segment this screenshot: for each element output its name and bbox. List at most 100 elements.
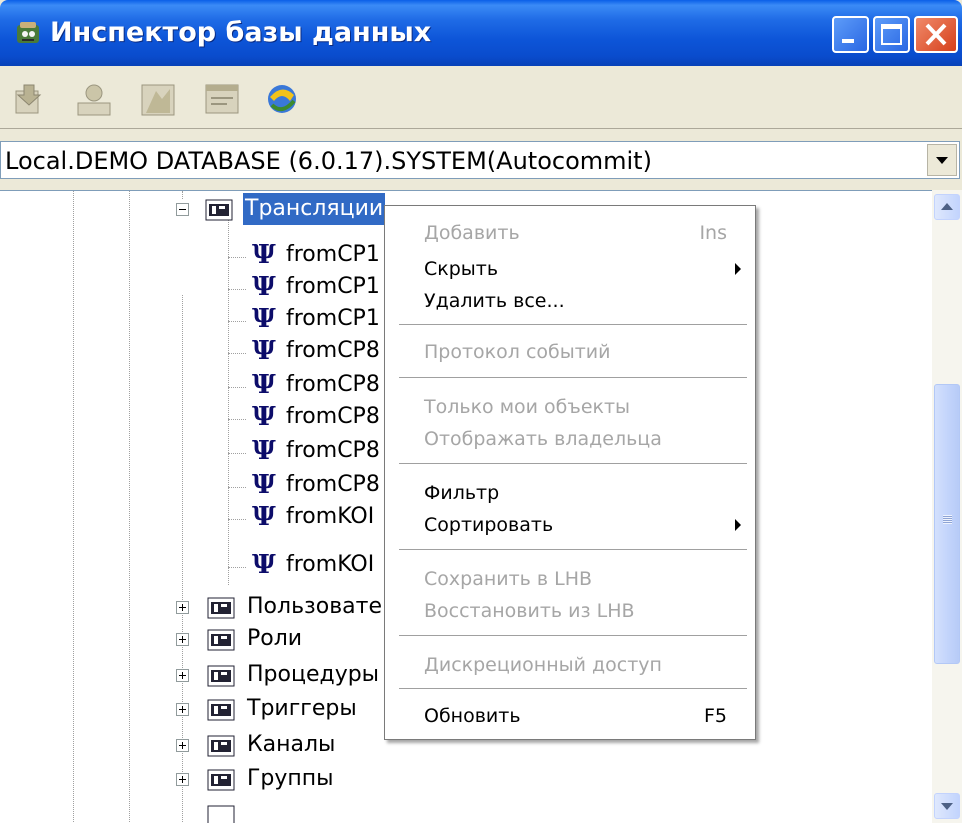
menu-item-my-objects[interactable]: Только мои объекты	[385, 392, 755, 422]
connection-select[interactable]: Local.DEMO DATABASE (6.0.17).SYSTEM(Auto…	[0, 141, 960, 179]
menu-item-discretionary-access[interactable]: Дискреционный доступ	[385, 650, 755, 680]
menu-separator	[399, 635, 747, 636]
expand-icon[interactable]	[176, 703, 189, 716]
expand-icon[interactable]	[176, 601, 189, 614]
menu-item-label: Сортировать	[424, 514, 554, 536]
menu-item-refresh[interactable]: Обновить F5	[385, 701, 755, 731]
tree-line	[73, 191, 74, 823]
folder-icon	[207, 805, 235, 823]
context-menu: Добавить Ins Скрыть Удалить все... Прото…	[384, 205, 756, 740]
tree-line	[228, 289, 246, 290]
menu-item-delete-all[interactable]: Удалить все...	[385, 286, 755, 316]
tree-scrollbar[interactable]	[932, 190, 962, 823]
object-rights-button[interactable]	[138, 79, 178, 119]
tree-line	[228, 567, 246, 568]
menu-item-label: Удалить все...	[424, 290, 565, 312]
menu-item-label: Протокол событий	[424, 341, 611, 363]
title-bar[interactable]: Инспектор базы данных	[0, 0, 962, 66]
tree-line	[228, 257, 246, 258]
tree-node-label: fromCP8	[286, 438, 380, 463]
scroll-thumb[interactable]	[934, 384, 960, 664]
object-properties-button[interactable]	[74, 79, 114, 119]
expand-icon[interactable]	[176, 773, 189, 786]
menu-item-label: Добавить	[424, 222, 520, 244]
folder-icon	[207, 597, 235, 619]
collapse-icon[interactable]	[176, 203, 189, 216]
translation-icon: Ψ	[252, 436, 276, 466]
tree-node-label: fromCP1	[286, 242, 380, 267]
tree-node-label: fromCP1	[286, 306, 380, 331]
menu-item-restore-lhb[interactable]: Восстановить из LHB	[385, 596, 755, 626]
menu-separator	[399, 377, 747, 378]
tree-node-label: fromCP8	[286, 372, 380, 397]
tree-line	[228, 453, 246, 454]
translation-icon: Ψ	[252, 272, 276, 302]
menu-item-label: Отображать владельца	[424, 428, 662, 450]
tree-node-label: fromKOI	[286, 552, 375, 577]
menu-separator	[399, 463, 747, 464]
translation-icon: Ψ	[252, 240, 276, 270]
translation-icon: Ψ	[252, 336, 276, 366]
folder-icon	[205, 199, 233, 221]
menu-item-label: Дискреционный доступ	[424, 654, 662, 676]
menu-item-shortcut: Ins	[699, 222, 727, 244]
tree-node-label: fromCP8	[286, 404, 380, 429]
tree-line	[129, 191, 130, 823]
menu-item-label: Только мои объекты	[424, 396, 631, 418]
tree-node-label: Каналы	[247, 732, 336, 757]
menu-item-label: Сохранить в LHB	[424, 568, 593, 590]
tree-node-label: Трансляции	[243, 193, 386, 225]
tree-node-label: fromCP1	[286, 274, 380, 299]
tree-node-label: Группы	[247, 766, 334, 791]
translation-icon: Ψ	[252, 402, 276, 432]
scroll-up-arrow-icon[interactable]	[934, 194, 960, 220]
tree-line	[228, 353, 246, 354]
tree-line	[228, 387, 246, 388]
tree-line	[182, 191, 183, 199]
menu-item-label: Восстановить из LHB	[424, 600, 635, 622]
expand-icon[interactable]	[176, 739, 189, 752]
translation-icon: Ψ	[252, 304, 276, 334]
folder-icon	[207, 769, 235, 791]
connect-button[interactable]	[262, 79, 302, 119]
menu-item-save-lhb[interactable]: Сохранить в LHB	[385, 564, 755, 594]
tree-line	[228, 219, 229, 585]
add-object-button[interactable]	[10, 79, 50, 119]
connection-value: Local.DEMO DATABASE (6.0.17).SYSTEM(Auto…	[5, 147, 652, 175]
translation-icon: Ψ	[252, 502, 276, 532]
translation-icon: Ψ	[252, 370, 276, 400]
menu-item-shortcut: F5	[703, 705, 727, 727]
sql-window-button[interactable]	[202, 79, 242, 119]
dropdown-arrow-icon[interactable]	[927, 144, 957, 176]
menu-item-hide[interactable]: Скрыть	[385, 254, 755, 284]
close-button[interactable]	[914, 16, 958, 53]
tree-node-label: fromCP8	[286, 338, 380, 363]
properties-icon	[77, 84, 111, 116]
menu-item-label: Скрыть	[424, 258, 499, 280]
minimize-button[interactable]	[832, 16, 869, 53]
tree-node-translations[interactable]: Трансляции	[176, 193, 395, 225]
expand-icon[interactable]	[176, 669, 189, 682]
tree-node-label: fromKOI	[286, 504, 375, 529]
tree-node-label: Роли	[247, 626, 303, 651]
menu-item-filter[interactable]: Фильтр	[385, 478, 755, 508]
expand-icon[interactable]	[176, 633, 189, 646]
submenu-arrow-icon	[735, 519, 741, 531]
menu-item-add[interactable]: Добавить Ins	[385, 218, 755, 248]
translation-icon: Ψ	[252, 470, 276, 500]
tree-line	[228, 321, 246, 322]
menu-item-label: Фильтр	[424, 482, 500, 504]
scroll-down-arrow-icon[interactable]	[934, 793, 960, 819]
translation-icon: Ψ	[252, 550, 276, 580]
folder-icon	[207, 665, 235, 687]
menu-item-show-owner[interactable]: Отображать владельца	[385, 424, 755, 454]
tree-node-label: fromCP8	[286, 472, 380, 497]
tree-node-label: Триггеры	[247, 696, 357, 721]
database-app-icon	[17, 22, 39, 43]
maximize-button[interactable]	[873, 16, 910, 53]
menu-item-sort[interactable]: Сортировать	[385, 510, 755, 540]
folder-icon	[207, 699, 235, 721]
menu-item-event-log[interactable]: Протокол событий	[385, 337, 755, 367]
folder-icon	[207, 735, 235, 757]
minimize-icon	[842, 39, 854, 43]
